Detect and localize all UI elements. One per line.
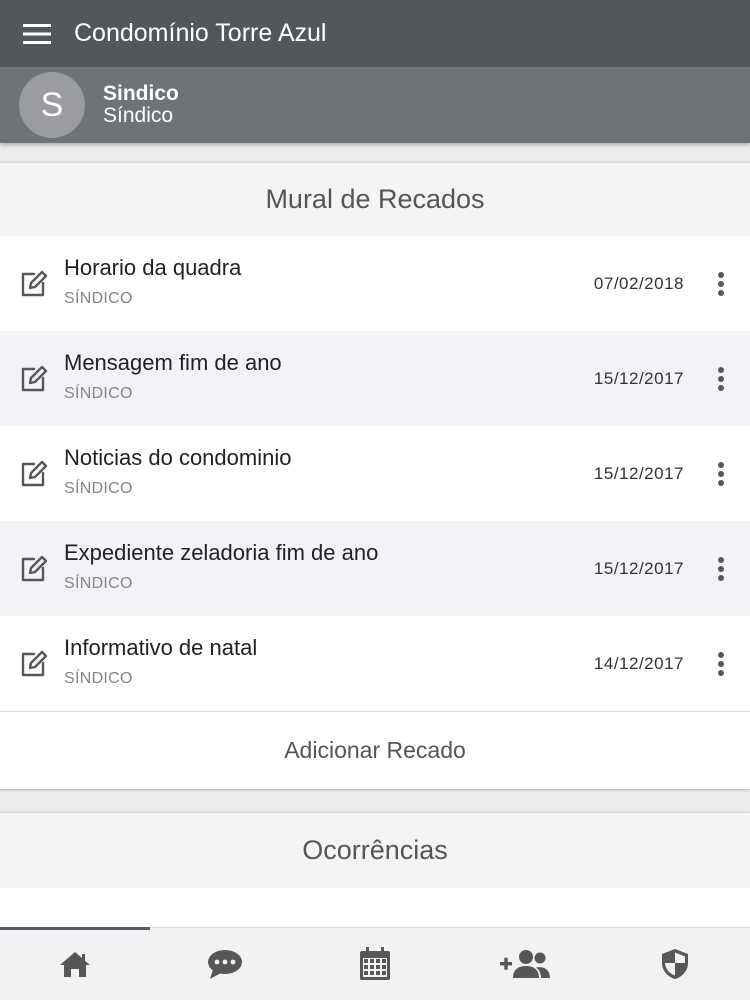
list-item-text: Horario da quadra SÍNDICO bbox=[64, 255, 594, 308]
ocorrencias-title: Ocorrências bbox=[0, 812, 750, 888]
mural-card: Mural de Recados Horario da quadra SÍNDI… bbox=[0, 162, 750, 789]
user-info: Sindico Síndico bbox=[103, 83, 179, 127]
more-options-icon[interactable] bbox=[700, 271, 742, 297]
avatar: S bbox=[19, 72, 85, 138]
user-role: Síndico bbox=[103, 104, 174, 127]
app-bar: Condomínio Torre Azul bbox=[0, 0, 750, 67]
user-name: Sindico bbox=[103, 82, 179, 105]
item-date: 15/12/2017 bbox=[593, 463, 684, 483]
list-item-text: Noticias do condominio SÍNDICO bbox=[64, 445, 594, 498]
item-author: SÍNDICO bbox=[64, 290, 133, 307]
list-item-text: Expediente zeladoria fim de ano SÍNDICO bbox=[64, 540, 594, 593]
more-options-icon[interactable] bbox=[700, 461, 742, 487]
list-item[interactable]: Horario da quadra SÍNDICO 07/02/2018 bbox=[0, 236, 750, 331]
item-title: Expediente zeladoria fim de ano bbox=[64, 540, 379, 565]
edit-icon bbox=[0, 459, 64, 489]
item-date: 15/12/2017 bbox=[593, 368, 684, 388]
list-item[interactable]: Expediente zeladoria fim de ano SÍNDICO … bbox=[0, 521, 750, 616]
item-title: Mensagem fim de ano bbox=[64, 350, 282, 375]
more-options-icon[interactable] bbox=[700, 651, 742, 677]
add-recado-button[interactable]: Adicionar Recado bbox=[0, 711, 750, 789]
item-author: SÍNDICO bbox=[64, 575, 133, 592]
more-options-icon[interactable] bbox=[700, 556, 742, 582]
calendar-icon bbox=[360, 947, 390, 980]
ocorrencias-card: Ocorrências bbox=[0, 812, 750, 927]
shield-icon bbox=[662, 949, 688, 979]
item-author: SÍNDICO bbox=[64, 385, 133, 402]
list-item[interactable]: Informativo de natal SÍNDICO 14/12/2017 bbox=[0, 616, 750, 711]
edit-icon bbox=[0, 649, 64, 679]
menu-button[interactable] bbox=[0, 0, 74, 67]
mural-title: Mural de Recados bbox=[0, 162, 750, 236]
list-item[interactable]: Noticias do condominio SÍNDICO 15/12/201… bbox=[0, 426, 750, 521]
user-header[interactable]: S Sindico Síndico bbox=[0, 67, 750, 143]
item-date: 15/12/2017 bbox=[593, 558, 684, 578]
item-author: SÍNDICO bbox=[64, 480, 133, 497]
hamburger-menu-icon bbox=[23, 23, 51, 44]
nav-messages[interactable] bbox=[150, 928, 300, 1000]
more-options-icon[interactable] bbox=[700, 366, 742, 392]
edit-icon bbox=[0, 554, 64, 584]
list-item[interactable]: Mensagem fim de ano SÍNDICO 15/12/2017 bbox=[0, 331, 750, 426]
home-icon bbox=[60, 952, 90, 977]
nav-calendar[interactable] bbox=[300, 928, 450, 1000]
item-date: 07/02/2018 bbox=[593, 273, 684, 293]
item-date: 14/12/2017 bbox=[593, 653, 684, 673]
edit-icon bbox=[0, 364, 64, 394]
item-title: Informativo de natal bbox=[64, 635, 258, 660]
nav-security[interactable] bbox=[600, 928, 750, 1000]
nav-add-user[interactable] bbox=[450, 928, 600, 1000]
item-title: Noticias do condominio bbox=[64, 445, 292, 470]
list-item-text: Informativo de natal SÍNDICO bbox=[64, 635, 594, 688]
app-title: Condomínio Torre Azul bbox=[74, 19, 327, 47]
bottom-navigation bbox=[0, 927, 750, 1000]
edit-icon bbox=[0, 269, 64, 299]
chat-icon bbox=[208, 950, 242, 979]
add-user-icon bbox=[500, 950, 550, 978]
item-title: Horario da quadra bbox=[64, 255, 242, 280]
list-item-text: Mensagem fim de ano SÍNDICO bbox=[64, 350, 594, 403]
item-author: SÍNDICO bbox=[64, 670, 133, 687]
nav-home[interactable] bbox=[0, 927, 150, 1000]
